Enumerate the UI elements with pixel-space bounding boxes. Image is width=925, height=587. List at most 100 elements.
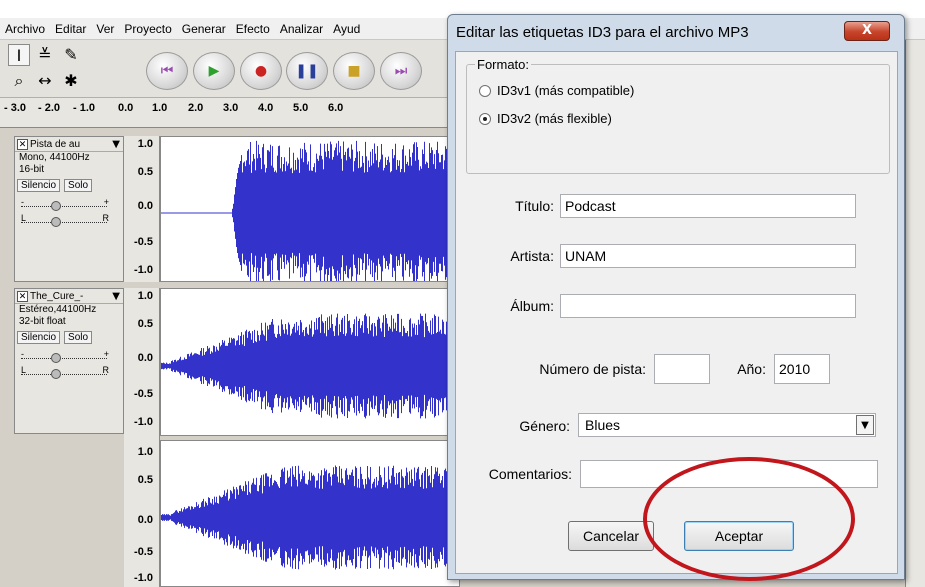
- pan-slider[interactable]: LR: [21, 365, 117, 379]
- selection-tool-icon[interactable]: I: [8, 44, 30, 66]
- scale-label: -1.0: [134, 264, 153, 276]
- solo-button[interactable]: Solo: [64, 331, 93, 344]
- vertical-scale: 1.0 0.5 0.0 -0.5 -1.0 1.0 0.5 0.0 -0.5 -…: [124, 288, 160, 587]
- timeshift-tool-icon[interactable]: ↔: [34, 70, 56, 92]
- scale-label: -0.5: [134, 388, 153, 400]
- menu-editar[interactable]: Editar: [50, 22, 91, 36]
- pan-knob[interactable]: [51, 217, 61, 227]
- pause-icon: ❚❚: [295, 63, 319, 79]
- track-name-bar[interactable]: ✕ The_Cure_- ▼: [15, 289, 123, 304]
- close-track-icon[interactable]: ✕: [17, 138, 28, 150]
- pan-slider[interactable]: LR: [21, 213, 117, 227]
- close-track-icon[interactable]: ✕: [17, 290, 28, 302]
- scale-label: 0.5: [137, 318, 153, 330]
- menu-analizar[interactable]: Analizar: [275, 22, 328, 36]
- scale-label: -0.5: [134, 236, 153, 248]
- waveform: [161, 313, 459, 419]
- radio-id3v2[interactable]: ID3v2 (más flexible): [479, 111, 612, 126]
- menu-efecto[interactable]: Efecto: [231, 22, 275, 36]
- track-name-bar[interactable]: ✕ Pista de au ▼: [15, 137, 123, 152]
- play-button[interactable]: ▶: [193, 52, 235, 90]
- close-button[interactable]: X: [844, 21, 890, 41]
- waveform-track-2-right[interactable]: [160, 440, 460, 587]
- pan-knob[interactable]: [51, 369, 61, 379]
- track-bitdepth: 32-bit float: [19, 316, 66, 327]
- ruler-label: 4.0: [258, 102, 274, 114]
- zoom-tool-icon[interactable]: ⌕: [8, 70, 30, 92]
- ruler-label: 6.0: [328, 102, 344, 114]
- radio-id3v1[interactable]: ID3v1 (más compatible): [479, 83, 634, 98]
- highlight-ellipse: [643, 457, 855, 581]
- solo-button[interactable]: Solo: [64, 179, 93, 192]
- scale-label: -0.5: [134, 546, 153, 558]
- menu-generar[interactable]: Generar: [177, 22, 231, 36]
- close-icon: X: [861, 23, 873, 38]
- play-icon: ▶: [208, 63, 220, 79]
- gain-knob[interactable]: [51, 353, 61, 363]
- comments-label: Comentarios:: [488, 466, 572, 482]
- vertical-scale: 1.0 0.5 0.0 -0.5 -1.0: [124, 136, 160, 282]
- track-name: Pista de au: [30, 138, 81, 150]
- title-field[interactable]: [560, 194, 856, 218]
- genre-label: Género:: [519, 418, 570, 434]
- pause-button[interactable]: ❚❚: [286, 52, 328, 90]
- record-button[interactable]: ●: [240, 52, 282, 90]
- artist-field[interactable]: [560, 244, 856, 268]
- track-number-field[interactable]: [654, 354, 710, 384]
- skip-end-icon: ⏭: [394, 63, 408, 79]
- track-menu-icon[interactable]: ▼: [112, 291, 120, 302]
- track-number-label: Número de pista:: [539, 361, 646, 377]
- format-group: Formato: ID3v1 (más compatible) ID3v2 (m…: [466, 57, 890, 174]
- ruler-label: 5.0: [293, 102, 309, 114]
- album-field[interactable]: [560, 294, 856, 318]
- radio-id3v1-label: ID3v1 (más compatible): [497, 83, 635, 98]
- multi-tool-icon[interactable]: ✱: [60, 70, 82, 92]
- scale-label: 1.0: [137, 290, 153, 302]
- envelope-tool-icon[interactable]: ≚: [34, 44, 56, 66]
- skip-start-button[interactable]: ⏮: [146, 52, 188, 90]
- draw-tool-icon[interactable]: ✎: [60, 44, 82, 66]
- gain-slider[interactable]: - +: [21, 349, 117, 363]
- scale-label: 0.5: [137, 474, 153, 486]
- ruler-label: 2.0: [188, 102, 204, 114]
- waveform-track-1[interactable]: [160, 136, 460, 282]
- stop-icon: ■: [347, 63, 361, 79]
- track-format: Estéreo,44100Hz: [19, 304, 97, 315]
- stop-button[interactable]: ■: [333, 52, 375, 90]
- track-control-panel: ✕ Pista de au ▼ Mono, 44100Hz 16-bit Sil…: [14, 136, 124, 282]
- cancel-button[interactable]: Cancelar: [568, 521, 654, 551]
- genre-select[interactable]: Blues ▼: [578, 413, 876, 437]
- menu-proyecto[interactable]: Proyecto: [119, 22, 176, 36]
- scale-label: 1.0: [137, 446, 153, 458]
- artist-label: Artista:: [510, 248, 554, 264]
- track-menu-icon[interactable]: ▼: [112, 139, 120, 150]
- waveform: [161, 465, 459, 570]
- album-label: Álbum:: [510, 298, 554, 314]
- gain-slider[interactable]: - +: [21, 197, 117, 211]
- menu-ayuda[interactable]: Ayud: [328, 22, 365, 36]
- menu-ver[interactable]: Ver: [91, 22, 119, 36]
- year-label: Año:: [737, 361, 766, 377]
- skip-end-button[interactable]: ⏭: [380, 52, 422, 90]
- menu-archivo[interactable]: Archivo: [0, 22, 50, 36]
- waveform: [161, 140, 459, 281]
- scale-label: 0.0: [137, 352, 153, 364]
- gain-knob[interactable]: [51, 201, 61, 211]
- chevron-down-icon[interactable]: ▼: [856, 415, 874, 435]
- radio-id3v1-icon[interactable]: [479, 84, 491, 97]
- tools-toolbar: I ≚ ✎ ⌕ ↔ ✱: [8, 44, 112, 96]
- genre-value: Blues: [585, 417, 621, 433]
- track-bitdepth: 16-bit: [19, 164, 45, 175]
- mute-button[interactable]: Silencio: [17, 331, 61, 344]
- scale-label: 0.0: [137, 514, 153, 526]
- dialog-title: Editar las etiquetas ID3 para el archivo…: [456, 24, 749, 41]
- mute-button[interactable]: Silencio: [17, 179, 61, 192]
- scale-label: -1.0: [134, 416, 153, 428]
- waveform-track-2-left[interactable]: [160, 288, 460, 436]
- scale-label: 0.0: [137, 200, 153, 212]
- ruler-label: - 1.0: [73, 102, 96, 114]
- track-name: The_Cure_-: [30, 290, 84, 302]
- ruler-label: - 2.0: [38, 102, 61, 114]
- radio-id3v2-icon[interactable]: [479, 112, 491, 125]
- year-field[interactable]: [774, 354, 830, 384]
